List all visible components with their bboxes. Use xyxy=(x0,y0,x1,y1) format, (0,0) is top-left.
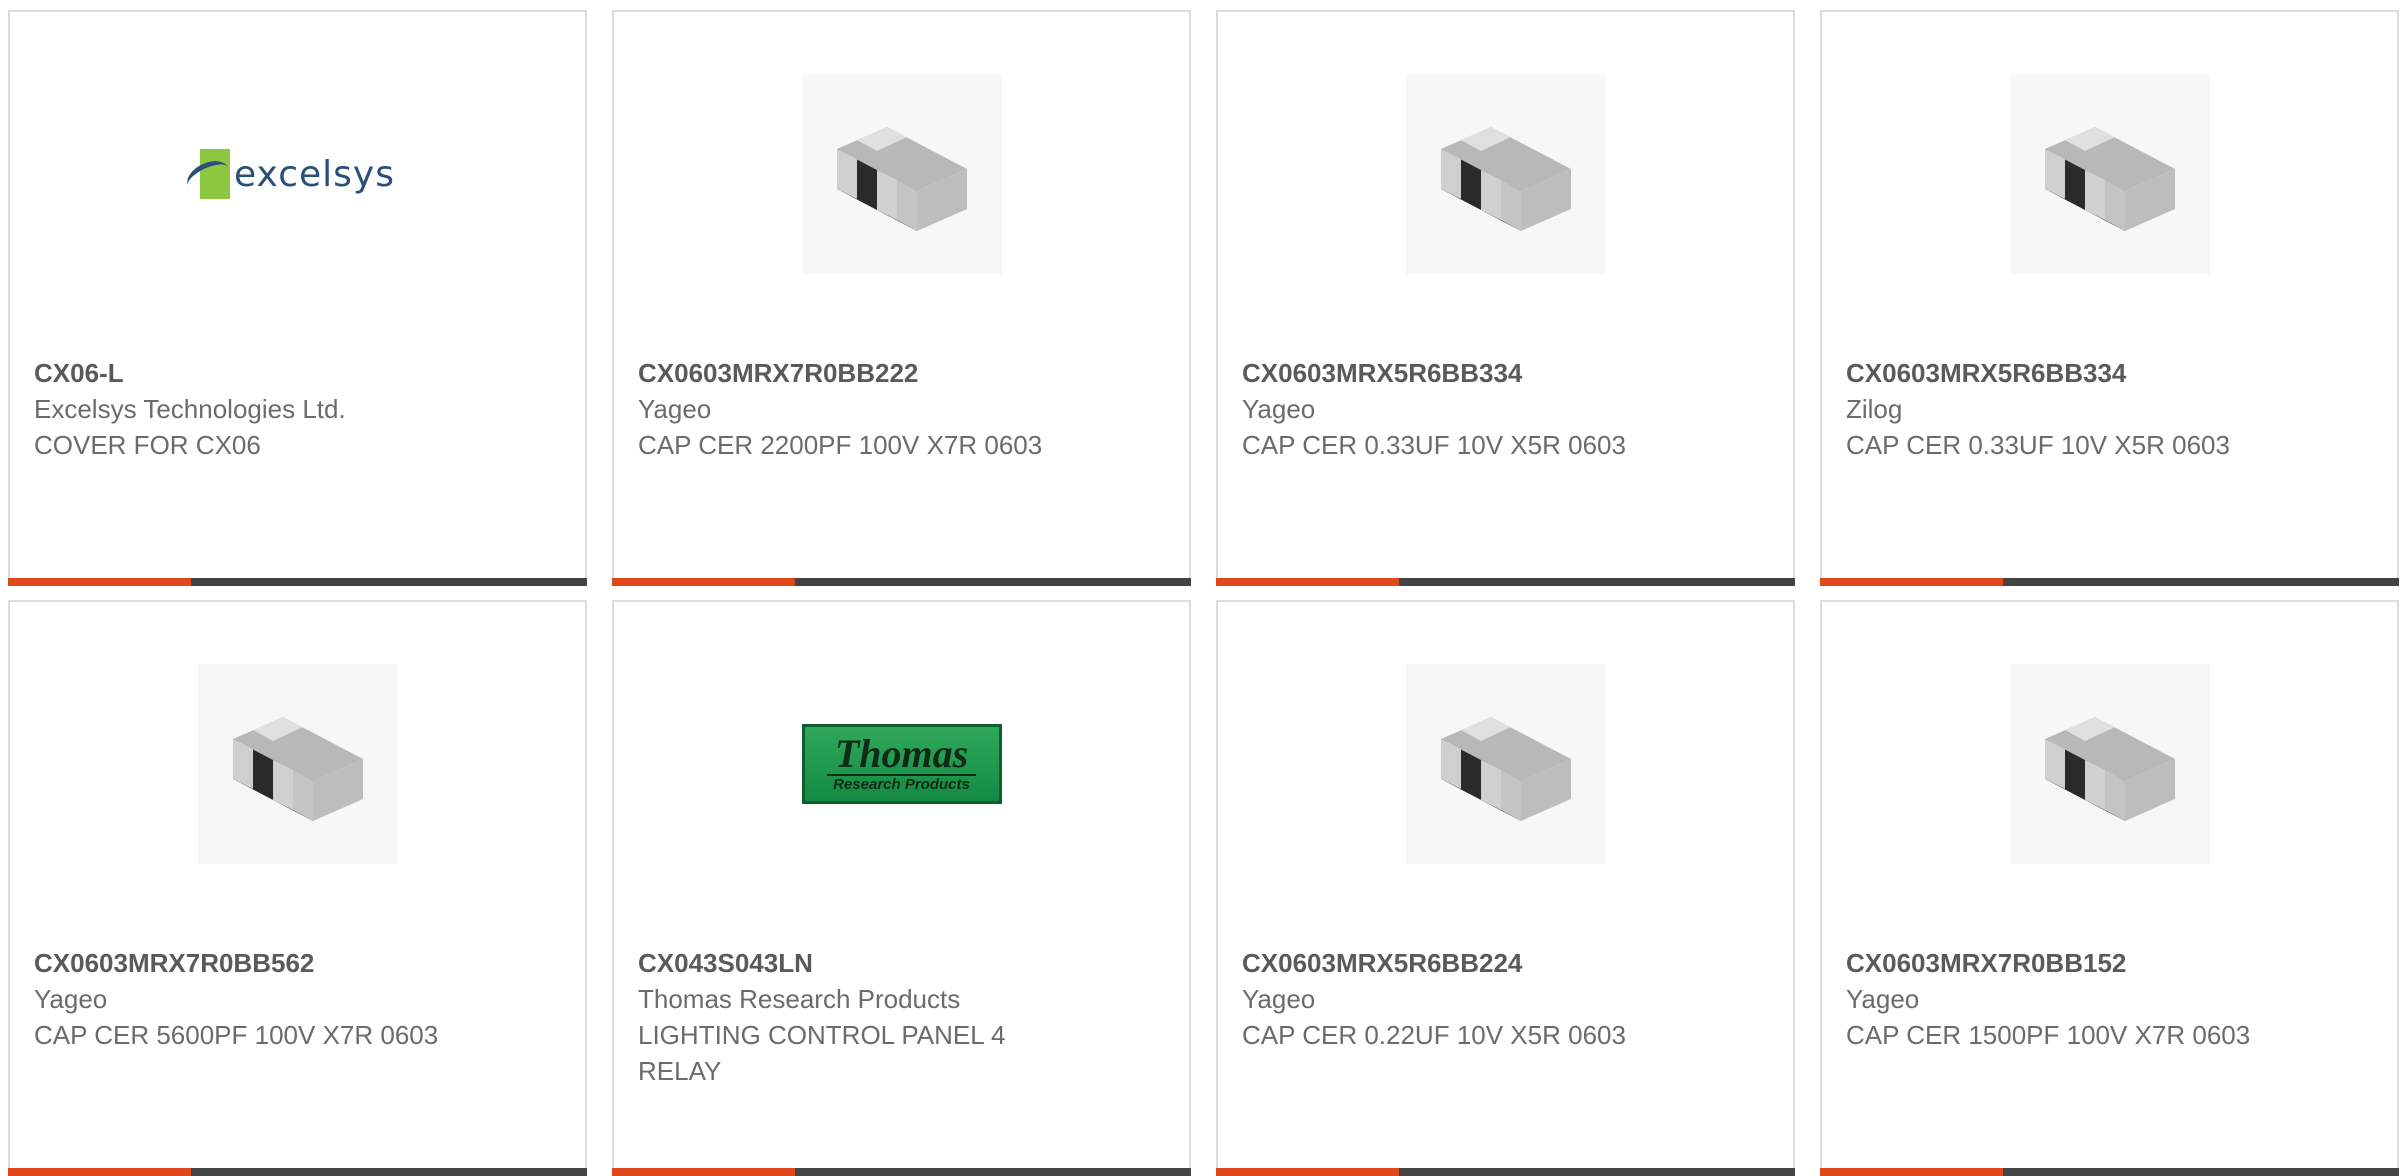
product-card[interactable]: CX0603MRX7R0BB152 Yageo CAP CER 1500PF 1… xyxy=(1820,600,2399,1176)
part-number[interactable]: CX0603MRX5R6BB334 xyxy=(1846,355,2276,391)
product-image xyxy=(1218,664,1793,864)
smd-capacitor-icon xyxy=(801,74,1002,274)
part-number[interactable]: CX06-L xyxy=(34,355,464,391)
card-bottom-bar xyxy=(1216,578,1795,586)
card-bottom-bar xyxy=(8,578,587,586)
smd-capacitor-icon xyxy=(2009,664,2210,864)
product-card[interactable]: CX0603MRX5R6BB334 Zilog CAP CER 0.33UF 1… xyxy=(1820,10,2399,586)
card-accent-bar xyxy=(1216,578,1399,586)
card-bottom-bar xyxy=(612,578,1191,586)
part-number[interactable]: CX0603MRX7R0BB222 xyxy=(638,355,1068,391)
description: CAP CER 0.33UF 10V X5R 0603 xyxy=(1242,430,1626,460)
product-grid: excelsys CX06-L Excelsys Technologies Lt… xyxy=(8,10,2399,1176)
card-accent-bar xyxy=(1820,578,2003,586)
product-card[interactable]: CX0603MRX5R6BB224 Yageo CAP CER 0.22UF 1… xyxy=(1216,600,1795,1176)
description: LIGHTING CONTROL PANEL 4 RELAY xyxy=(638,1020,1006,1086)
thomas-logo: Thomas Research Products xyxy=(801,724,1002,804)
product-card[interactable]: CX0603MRX5R6BB334 Yageo CAP CER 0.33UF 1… xyxy=(1216,10,1795,586)
product-image xyxy=(1218,74,1793,274)
card-accent-bar xyxy=(612,1168,795,1176)
smd-capacitor-icon xyxy=(1405,74,1606,274)
excelsys-logo: excelsys xyxy=(182,149,395,199)
product-card[interactable]: Thomas Research Products CX043S043LN Tho… xyxy=(612,600,1191,1176)
product-image xyxy=(1822,74,2397,274)
product-image: Thomas Research Products xyxy=(614,664,1189,864)
description: CAP CER 0.22UF 10V X5R 0603 xyxy=(1242,1020,1626,1050)
thomas-logo-text: Thomas xyxy=(834,731,969,776)
card-bottom-bar xyxy=(1820,578,2399,586)
thomas-logo-subtext: Research Products xyxy=(827,774,976,794)
card-bottom-bar xyxy=(8,1168,587,1176)
excelsys-logo-mark xyxy=(182,149,234,199)
product-card[interactable]: CX0603MRX7R0BB562 Yageo CAP CER 5600PF 1… xyxy=(8,600,587,1176)
description: CAP CER 1500PF 100V X7R 0603 xyxy=(1846,1020,2251,1050)
description: COVER FOR CX06 xyxy=(34,430,261,460)
card-accent-bar xyxy=(1820,1168,2003,1176)
product-image: excelsys xyxy=(10,74,585,274)
smd-capacitor-icon xyxy=(2009,74,2210,274)
part-number[interactable]: CX0603MRX7R0BB152 xyxy=(1846,945,2276,981)
description: CAP CER 0.33UF 10V X5R 0603 xyxy=(1846,430,2230,460)
product-card[interactable]: excelsys CX06-L Excelsys Technologies Lt… xyxy=(8,10,587,586)
manufacturer: Zilog xyxy=(1846,394,1903,424)
part-number[interactable]: CX0603MRX7R0BB562 xyxy=(34,945,464,981)
description: CAP CER 5600PF 100V X7R 0603 xyxy=(34,1020,439,1050)
card-accent-bar xyxy=(612,578,795,586)
excelsys-logo-text: excelsys xyxy=(234,153,395,195)
card-bottom-bar xyxy=(612,1168,1191,1176)
part-number[interactable]: CX0603MRX5R6BB334 xyxy=(1242,355,1672,391)
manufacturer: Yageo xyxy=(34,984,108,1014)
product-image xyxy=(1822,664,2397,864)
manufacturer: Thomas Research Products xyxy=(638,984,961,1014)
part-number[interactable]: CX043S043LN xyxy=(638,945,1068,981)
manufacturer: Yageo xyxy=(638,394,712,424)
card-accent-bar xyxy=(8,578,191,586)
description: CAP CER 2200PF 100V X7R 0603 xyxy=(638,430,1043,460)
product-card[interactable]: CX0603MRX7R0BB222 Yageo CAP CER 2200PF 1… xyxy=(612,10,1191,586)
manufacturer: Yageo xyxy=(1242,984,1316,1014)
smd-capacitor-icon xyxy=(197,664,398,864)
product-image xyxy=(614,74,1189,274)
card-bottom-bar xyxy=(1820,1168,2399,1176)
card-accent-bar xyxy=(1216,1168,1399,1176)
card-bottom-bar xyxy=(1216,1168,1795,1176)
card-accent-bar xyxy=(8,1168,191,1176)
smd-capacitor-icon xyxy=(1405,664,1606,864)
part-number[interactable]: CX0603MRX5R6BB224 xyxy=(1242,945,1672,981)
manufacturer: Yageo xyxy=(1242,394,1316,424)
product-image xyxy=(10,664,585,864)
manufacturer: Excelsys Technologies Ltd. xyxy=(34,394,346,424)
manufacturer: Yageo xyxy=(1846,984,1920,1014)
